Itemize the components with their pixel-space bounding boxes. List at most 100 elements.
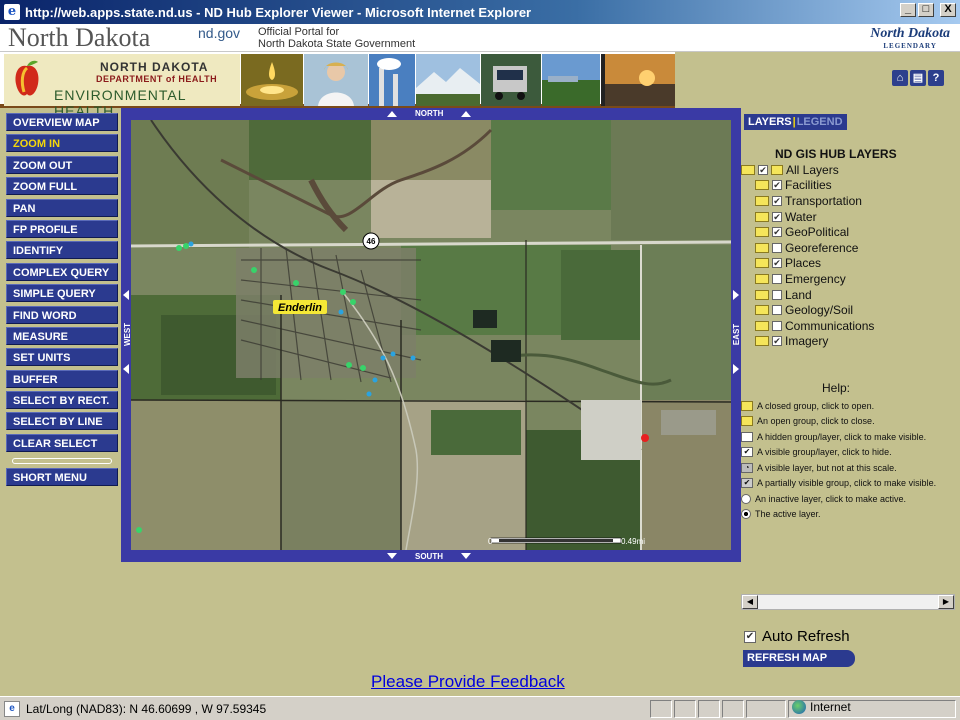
print-icon[interactable]: ▤ [910, 70, 926, 86]
folder-closed-icon[interactable] [755, 305, 769, 316]
set-units-button[interactable]: SET UNITS [6, 348, 118, 367]
aerial-map[interactable]: 46 Enderlin 0 0.49mi [131, 120, 731, 550]
refresh-map-button[interactable]: REFRESH MAP [743, 650, 855, 667]
folder-closed-icon[interactable] [755, 258, 769, 269]
layer-item-all[interactable]: All Layers [741, 162, 874, 178]
feedback-link[interactable]: Please Provide Feedback [371, 672, 565, 692]
status-panel [674, 700, 696, 718]
checkbox-icon[interactable] [772, 258, 782, 269]
nd-legendary-logo[interactable]: North Dakota LEGENDARY [870, 26, 950, 50]
pan-west-arrow-lower[interactable] [123, 364, 129, 374]
layer-item-imagery[interactable]: Imagery [741, 334, 874, 350]
buffer-button[interactable]: BUFFER [6, 369, 118, 388]
folder-closed-icon[interactable] [755, 242, 769, 253]
identify-button[interactable]: IDENTIFY [6, 241, 118, 260]
zoom-full-button[interactable]: ZOOM FULL [6, 177, 118, 196]
layer-item-transportation[interactable]: Transportation [741, 193, 874, 209]
layer-item-geology-soil[interactable]: Geology/Soil [741, 302, 874, 318]
folder-open-icon[interactable] [741, 164, 755, 175]
folder-closed-icon[interactable] [755, 273, 769, 284]
layer-item-georeference[interactable]: Georeference [741, 240, 874, 256]
east-label[interactable]: EAST [732, 324, 741, 345]
checkbox-icon[interactable] [772, 305, 782, 316]
south-label[interactable]: SOUTH [415, 552, 443, 561]
layer-item-emergency[interactable]: Emergency [741, 271, 874, 287]
checkbox-icon[interactable] [772, 336, 782, 347]
dept-banner: NORTH DAKOTA DEPARTMENT of HEALTH ENVIRO… [0, 52, 675, 119]
help-text: An inactive layer, click to make active. [755, 493, 907, 504]
measure-button[interactable]: MEASURE [6, 326, 118, 345]
folder-closed-icon[interactable] [755, 336, 769, 347]
folder-closed-icon[interactable] [755, 320, 769, 331]
zoom-in-button[interactable]: ZOOM IN [6, 134, 118, 153]
clear-select-button[interactable]: CLEAR SELECT [6, 433, 118, 452]
pan-button[interactable]: PAN [6, 198, 118, 217]
auto-refresh-toggle[interactable]: Auto Refresh [744, 628, 850, 645]
select-by-rect-button[interactable]: SELECT BY RECT. [6, 391, 118, 410]
help-text: A hidden group/layer, click to make visi… [757, 431, 927, 442]
folder-closed-icon[interactable] [755, 195, 769, 206]
checkbox-icon[interactable] [772, 273, 782, 284]
complex-query-button[interactable]: COMPLEX QUERY [6, 262, 118, 281]
select-by-line-button[interactable]: SELECT BY LINE [6, 412, 118, 431]
pan-south-arrow-right[interactable] [461, 553, 471, 559]
layer-item-facilities[interactable]: Facilities [741, 178, 874, 194]
close-button[interactable]: X [940, 3, 956, 17]
folder-closed-icon[interactable] [755, 227, 769, 238]
checkbox-icon[interactable] [772, 227, 782, 238]
help-icon[interactable]: ? [928, 70, 944, 86]
checkbox-icon[interactable] [758, 164, 768, 175]
utility-icons: ⌂ ▤ ? [892, 70, 944, 86]
layer-item-communications[interactable]: Communications [741, 318, 874, 334]
scale-start-label: 0 [488, 537, 493, 546]
folder-closed-icon[interactable] [755, 289, 769, 300]
simple-query-button[interactable]: SIMPLE QUERY [6, 284, 118, 303]
folder-closed-icon[interactable] [755, 211, 769, 222]
pan-south-arrow[interactable] [387, 553, 397, 559]
layer-label: Geology/Soil [785, 303, 854, 318]
scroll-right-icon[interactable]: ▶ [938, 595, 954, 609]
scroll-left-icon[interactable]: ◀ [742, 595, 758, 609]
tab-layers[interactable]: LAYERS [748, 114, 792, 130]
checkbox-icon[interactable] [772, 180, 782, 191]
checkbox-icon[interactable] [772, 211, 782, 222]
layer-item-water[interactable]: Water [741, 209, 874, 225]
pan-west-arrow[interactable] [123, 290, 129, 300]
home-icon[interactable]: ⌂ [892, 70, 908, 86]
pan-east-arrow-lower[interactable] [733, 364, 739, 374]
layer-label: Facilities [785, 178, 832, 193]
layer-item-land[interactable]: Land [741, 287, 874, 303]
help-row: The active layer. [741, 507, 956, 523]
nd-title[interactable]: North Dakota [8, 24, 150, 52]
find-word-button[interactable]: FIND WORD [6, 305, 118, 324]
panel-tabs: LAYERS | LEGEND [744, 114, 847, 130]
layer-item-geopolitical[interactable]: GeoPolitical [741, 224, 874, 240]
pan-north-arrow-right[interactable] [461, 111, 471, 117]
tab-legend[interactable]: LEGEND [797, 114, 843, 130]
folder-closed-icon[interactable] [755, 180, 769, 191]
help-legend: A closed group, click to open. An open g… [741, 398, 956, 522]
checkbox-icon[interactable] [772, 320, 782, 331]
auto-refresh-checkbox[interactable] [744, 630, 756, 643]
panel-horizontal-scrollbar[interactable]: ◀ ▶ [741, 594, 955, 610]
short-menu-button[interactable]: SHORT MENU [6, 467, 118, 486]
fp-profile-button[interactable]: FP PROFILE [6, 219, 118, 238]
pan-east-arrow[interactable] [733, 290, 739, 300]
restore-button[interactable]: □ [918, 3, 934, 17]
overview-map-button[interactable]: OVERVIEW MAP [6, 113, 118, 131]
checkbox-empty-icon [741, 431, 753, 442]
map-image[interactable]: 46 Enderlin 0 0.49mi [131, 120, 731, 550]
map-frame: NORTH SOUTH WEST EAST 46 Enderlin 0 0.49… [121, 108, 741, 562]
minimize-button[interactable]: _ [900, 3, 916, 17]
zoom-out-button[interactable]: ZOOM OUT [6, 155, 118, 174]
banner-photo-truck [481, 54, 541, 106]
north-label[interactable]: NORTH [415, 109, 443, 118]
checkbox-icon[interactable] [772, 195, 782, 206]
help-row: An inactive layer, click to make active. [741, 491, 956, 507]
checkbox-icon[interactable] [772, 242, 782, 253]
nd-gov-link[interactable]: nd.gov [198, 25, 240, 41]
layer-item-places[interactable]: Places [741, 256, 874, 272]
pan-north-arrow[interactable] [387, 111, 397, 117]
checkbox-icon[interactable] [772, 289, 782, 300]
dept-logo[interactable]: NORTH DAKOTA DEPARTMENT of HEALTH ENVIRO… [4, 54, 240, 119]
